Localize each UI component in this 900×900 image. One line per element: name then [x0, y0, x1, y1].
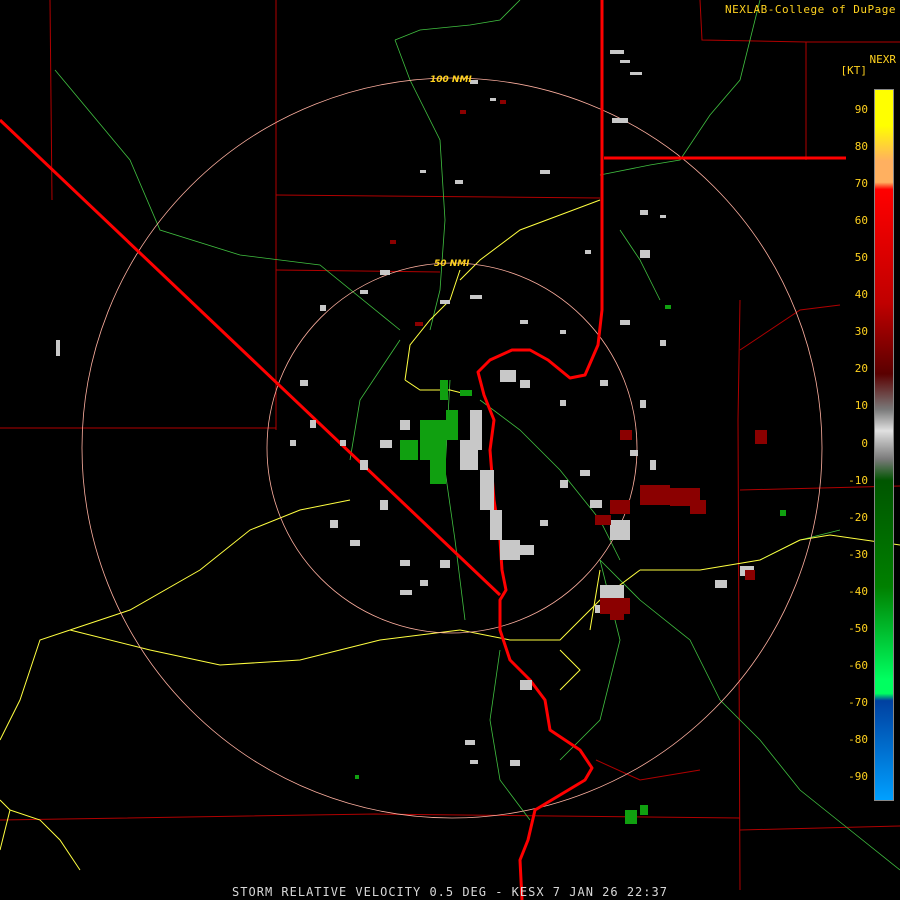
legend-tick-label: 90 [854, 103, 868, 116]
legend-tick-label: -30 [848, 547, 868, 561]
legend-product-label: NEXR [869, 53, 897, 66]
product-footer: STORM RELATIVE VELOCITY 0.5 DEG - KESX 7… [232, 885, 668, 899]
legend-tick-label: -50 [848, 621, 868, 635]
legend-tick-label: 60 [854, 214, 868, 228]
range-ring-label-outer: 100 NMI [430, 75, 472, 85]
credit-label: NEXLAB-College of DuPage [725, 3, 896, 16]
legend-tick-label: 10 [854, 399, 868, 413]
legend-tick-label: 0 [861, 436, 868, 450]
legend-tick-label: 20 [854, 362, 868, 376]
legend-tick-label: -10 [848, 473, 868, 487]
range-ring-50nmi [266, 262, 638, 634]
legend-tick-label: -80 [848, 732, 868, 746]
range-ring-label-inner: 50 NMI [434, 259, 470, 269]
legend-tick-label: -20 [848, 510, 868, 524]
legend-tick-label: -90 [848, 770, 868, 783]
legend-tick-label: 30 [854, 325, 868, 339]
legend-tick-label: -60 [848, 658, 868, 672]
legend-tick-label: 50 [854, 251, 868, 265]
velocity-color-bar [874, 89, 894, 801]
range-rings [81, 77, 823, 819]
legend-unit-label: [KT] [840, 64, 868, 77]
legend-tick-label: 80 [854, 140, 868, 154]
radar-map [0, 0, 900, 900]
echoes-green [355, 305, 786, 824]
legend-tick-label: 40 [854, 288, 868, 302]
range-ring-100nmi [81, 77, 823, 819]
legend-tick-label: -40 [848, 584, 868, 598]
echoes-red [390, 100, 767, 620]
legend-tick-label: -70 [848, 695, 868, 709]
county-lines [0, 0, 900, 891]
legend-tick-label: 70 [854, 177, 868, 191]
